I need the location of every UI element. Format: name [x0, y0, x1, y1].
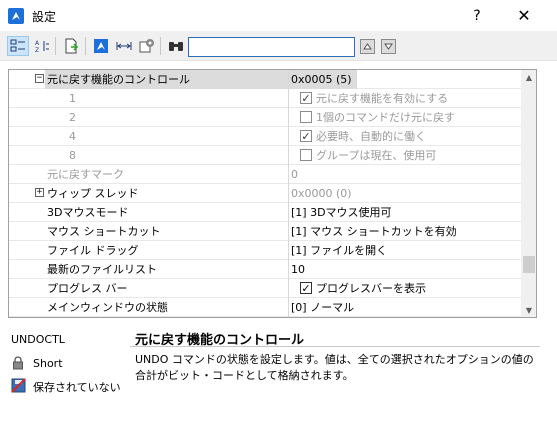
help-button[interactable]: ? [465, 4, 489, 28]
variable-type: Short [33, 357, 63, 370]
grid-row-bit[interactable]: 4 ✓ 必要時、自動的に働く [9, 127, 521, 146]
save-status: 保存されていない [33, 381, 121, 394]
vertical-scrollbar[interactable]: ▲ ▼ [521, 70, 536, 317]
variable-name: UNDOCTL [11, 333, 65, 346]
checkbox-label: 1個のコマンドだけ元に戻す [316, 111, 455, 124]
checkbox-label: 必要時、自動的に働く [316, 130, 426, 143]
setting-value[interactable]: [1] ファイルを開く [291, 241, 387, 260]
bit-value: 8 [69, 149, 76, 162]
setting-value[interactable]: 0x0000 (0) [291, 184, 352, 203]
grid-row-recent-files[interactable]: 最新のファイルリスト 10 [9, 260, 521, 279]
collapse-icon[interactable]: − [35, 74, 44, 83]
arrow-up-icon [363, 43, 372, 50]
search-input[interactable] [188, 37, 355, 57]
scrollbar-thumb[interactable] [523, 256, 535, 273]
lock-icon [13, 356, 23, 370]
setting-value[interactable]: [1] 3Dマウス使用可 [291, 203, 392, 222]
checkbox-label: プログレスバーを表示 [316, 282, 426, 295]
setting-name: ファイル ドラッグ [47, 244, 139, 257]
search-previous-button[interactable] [360, 39, 375, 54]
search-next-button[interactable] [381, 39, 396, 54]
setting-name: ウィップ スレッド [47, 187, 139, 200]
bit-value: 1 [69, 92, 76, 105]
app-logo-icon[interactable] [90, 36, 112, 56]
info-description: UNDO コマンドの状態を設定します。値は、全ての選択されたオプションの値の合計… [135, 353, 534, 382]
grid-row-mouse-shortcut[interactable]: マウス ショートカット [1] マウス ショートカットを有効 [9, 222, 521, 241]
binoculars-icon[interactable] [165, 36, 187, 56]
checkbox-checked[interactable]: ✓ [300, 130, 312, 142]
bit-value: 4 [69, 130, 76, 143]
scroll-up-icon[interactable]: ▲ [521, 70, 536, 86]
grid-row-bit[interactable]: 2 1個のコマンドだけ元に戻す [9, 108, 521, 127]
title-bar: 設定 ? ✕ [0, 0, 557, 31]
grid-row-file-drag[interactable]: ファイル ドラッグ [1] ファイルを開く [9, 241, 521, 260]
units-icon[interactable] [113, 36, 135, 56]
setting-name: プログレス バー [47, 282, 128, 295]
arrow-down-icon [384, 43, 393, 50]
grid-row-bit[interactable]: 8 グループは現在、使用可 [9, 146, 521, 165]
checkbox-label: 元に戻す機能を有効にする [316, 92, 449, 105]
setting-name: マウス ショートカット [47, 225, 161, 238]
alphabetical-sort-icon[interactable]: A Z [31, 36, 53, 56]
checkbox-checked[interactable]: ✓ [300, 282, 312, 294]
info-divider [130, 346, 540, 347]
grid-row-bit[interactable]: 1 ✓ 元に戻す機能を有効にする [9, 89, 521, 108]
window-title: 設定 [32, 10, 57, 24]
grid-row-whip-thread[interactable]: + ウィップ スレッド 0x0000 (0) [9, 184, 521, 203]
checkbox-unchecked[interactable] [300, 111, 312, 123]
not-saved-icon [11, 378, 26, 393]
grid-row-progress-bar[interactable]: プログレス バー ✓ プログレスバーを表示 [9, 279, 521, 298]
checkbox-label: グループは現在、使用可 [316, 149, 437, 162]
setting-value[interactable]: 10 [291, 260, 305, 279]
bit-value: 2 [69, 111, 76, 124]
setting-name: メインウィンドウの状態 [47, 301, 168, 314]
grid-row-undo-mark[interactable]: 元に戻すマーク 0 [9, 165, 521, 184]
expand-icon[interactable]: + [35, 188, 44, 197]
setting-name: 元に戻す機能のコントロール [47, 73, 190, 86]
setting-value[interactable]: 0 [291, 165, 298, 184]
close-button[interactable]: ✕ [506, 4, 542, 28]
checkbox-unchecked[interactable] [300, 149, 312, 161]
grid-row-main-window-state[interactable]: メインウィンドウの状態 [0] ノーマル [9, 298, 521, 317]
toolbar-separator [160, 37, 161, 55]
export-icon[interactable] [60, 36, 82, 56]
setting-value[interactable]: 0x0005 (5) [291, 70, 352, 89]
setting-value[interactable]: [0] ノーマル [291, 298, 354, 317]
setting-name: 最新のファイルリスト [47, 263, 157, 276]
grid-row-undo-control[interactable]: − 元に戻す機能のコントロール 0x0005 (5) [9, 70, 521, 89]
drawing-settings-icon[interactable] [136, 36, 158, 56]
settings-grid: − 元に戻す機能のコントロール 0x0005 (5) 1 ✓ 元に戻す機能を有効… [8, 69, 537, 318]
toolbar-separator [55, 37, 56, 55]
grid-row-3d-mouse[interactable]: 3Dマウスモード [1] 3Dマウス使用可 [9, 203, 521, 222]
setting-name: 3Dマウスモード [47, 206, 129, 219]
app-logo-icon [8, 8, 24, 24]
scroll-down-icon[interactable]: ▼ [521, 303, 536, 317]
toolbar-separator [85, 37, 86, 55]
checkbox-checked[interactable]: ✓ [300, 92, 312, 104]
categorized-view-icon[interactable] [7, 36, 29, 56]
setting-value[interactable]: [1] マウス ショートカットを有効 [291, 222, 457, 241]
svg-text:Z: Z [35, 47, 39, 54]
svg-text:A: A [35, 40, 40, 47]
setting-name: 元に戻すマーク [47, 168, 124, 181]
